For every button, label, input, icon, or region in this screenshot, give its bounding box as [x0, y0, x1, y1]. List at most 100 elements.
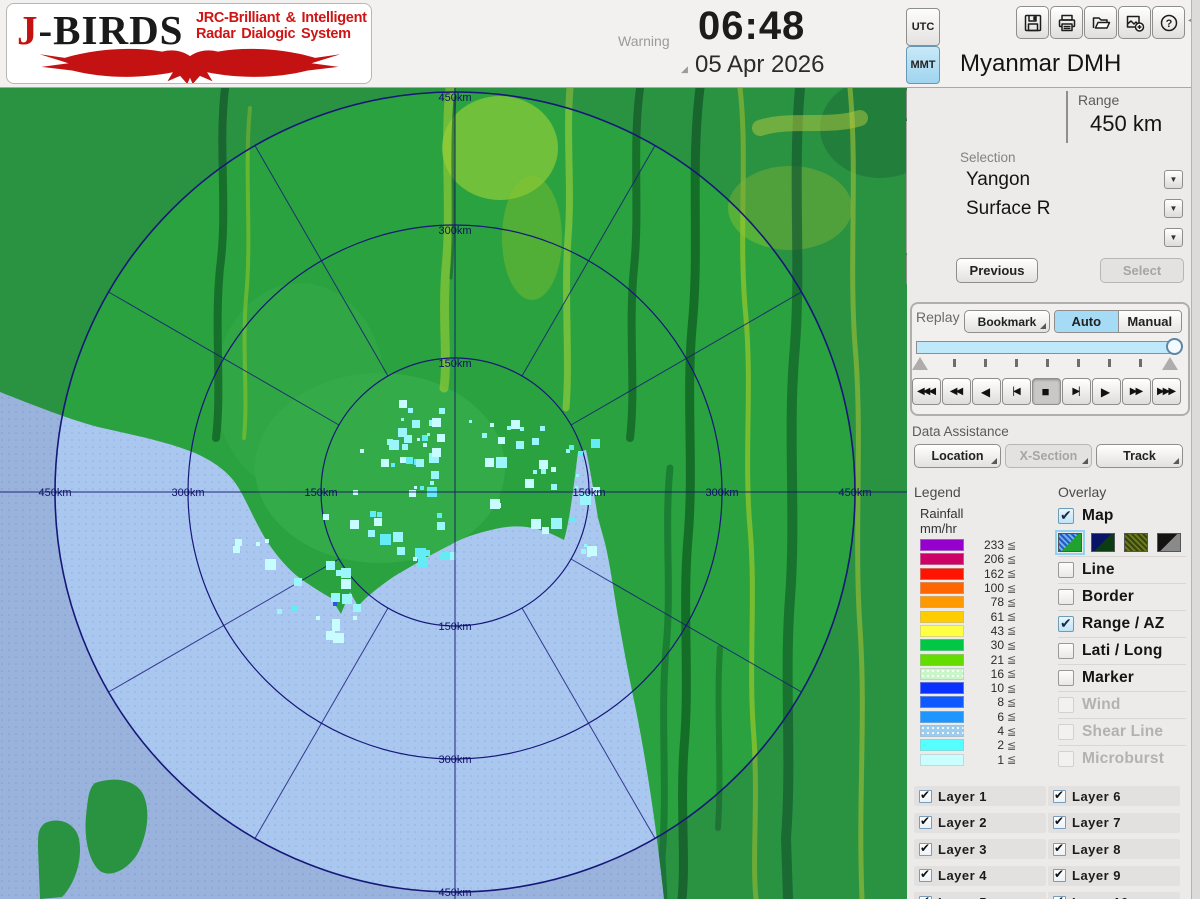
- fast-forward-button[interactable]: ▶▶: [1122, 378, 1151, 405]
- overlay-item-label: Line: [1082, 561, 1115, 579]
- open-folder-icon: [1093, 18, 1109, 28]
- layer-row[interactable]: Layer 3: [914, 839, 1046, 859]
- stop-button[interactable]: ■: [1032, 378, 1061, 405]
- date-caret-icon: ◢: [681, 64, 688, 75]
- x-section-button[interactable]: X-Section: [1005, 444, 1092, 468]
- replay-mode-auto[interactable]: Auto: [1055, 311, 1118, 332]
- rewind-to-start-button[interactable]: ◀◀◀: [912, 378, 941, 405]
- replay-mode-manual[interactable]: Manual: [1118, 311, 1182, 332]
- layer-row[interactable]: Layer 5: [914, 892, 1046, 899]
- radar-map[interactable]: 150km150km150km150km300km300km300km300km…: [0, 88, 907, 899]
- layer-4-checkbox[interactable]: [919, 869, 932, 882]
- logo-title: J-BIRDS: [17, 7, 183, 53]
- replay-progress-slider[interactable]: [916, 341, 1178, 354]
- station-title: Myanmar DMH: [960, 50, 1121, 78]
- style-navy-darkgreen-swatch[interactable]: [1091, 533, 1115, 552]
- timezone-button-mmt[interactable]: MMT: [906, 46, 940, 84]
- layer-row[interactable]: Layer 2: [914, 813, 1046, 833]
- print-button[interactable]: [1050, 6, 1083, 39]
- step-forward-button[interactable]: ▶|: [1062, 378, 1091, 405]
- legend-swatch: [920, 582, 964, 594]
- legend-lte-symbol: ≦: [1007, 739, 1016, 752]
- step-back-button[interactable]: |◀: [1002, 378, 1031, 405]
- location-button[interactable]: Location: [914, 444, 1001, 468]
- layer-9-checkbox[interactable]: [1053, 869, 1066, 882]
- map-checkbox[interactable]: [1058, 508, 1074, 524]
- extra-dropdown-button[interactable]: ▼: [1164, 228, 1183, 247]
- style-black-gray-swatch[interactable]: [1157, 533, 1181, 552]
- legend-row: 78≦: [920, 595, 1016, 609]
- product-dropdown-button[interactable]: ▼: [1164, 199, 1183, 218]
- legend-value: 6: [964, 710, 1004, 724]
- replay-mode-toggle: AutoManual: [1054, 310, 1182, 333]
- layer-row[interactable]: Layer 9: [1048, 866, 1180, 886]
- play-backward-button[interactable]: ◀: [972, 378, 1001, 405]
- overlay-item-label: Range / AZ: [1082, 615, 1164, 633]
- map-style-swatches: [1058, 529, 1181, 557]
- style-olive-swatch[interactable]: [1124, 533, 1148, 552]
- layer-8-checkbox[interactable]: [1053, 843, 1066, 856]
- svg-text:150km: 150km: [438, 358, 471, 370]
- panel-edge-strip: [1191, 0, 1200, 899]
- lati-long-checkbox[interactable]: [1058, 643, 1074, 659]
- style-blue-green-swatch[interactable]: [1058, 533, 1082, 552]
- overlay-item-marker[interactable]: Marker: [1058, 664, 1186, 691]
- microburst-checkbox: [1058, 751, 1074, 767]
- layer-6-checkbox[interactable]: [1053, 790, 1066, 803]
- marker-checkbox[interactable]: [1058, 670, 1074, 686]
- legend-lte-symbol: ≦: [1007, 567, 1016, 580]
- legend-label: Legend: [914, 484, 961, 500]
- border-checkbox[interactable]: [1058, 589, 1074, 605]
- overlay-item-lati-long[interactable]: Lati / Long: [1058, 637, 1186, 664]
- clock-date: 05 Apr 2026: [695, 51, 824, 79]
- layer-10-checkbox[interactable]: [1053, 896, 1066, 899]
- layer-label: Layer 9: [1072, 868, 1121, 883]
- svg-text:450km: 450km: [438, 92, 471, 104]
- legend-lte-symbol: ≦: [1007, 710, 1016, 723]
- layer-row[interactable]: Layer 4: [914, 866, 1046, 886]
- site-dropdown-button[interactable]: ▼: [1164, 170, 1183, 189]
- legend-row: 233≦: [920, 538, 1016, 552]
- layer-row[interactable]: Layer 10: [1048, 892, 1180, 899]
- select-button[interactable]: Select: [1100, 258, 1184, 283]
- play-button[interactable]: ▶: [1092, 378, 1121, 405]
- svg-text:300km: 300km: [705, 487, 738, 499]
- fast-rewind-button[interactable]: ◀◀: [942, 378, 971, 405]
- previous-button[interactable]: Previous: [956, 258, 1038, 283]
- layer-3-checkbox[interactable]: [919, 843, 932, 856]
- forward-to-end-button[interactable]: ▶▶▶: [1152, 378, 1181, 405]
- slider-start-marker[interactable]: [912, 357, 928, 370]
- range-az-checkbox[interactable]: [1058, 616, 1074, 632]
- overlay-item-line[interactable]: Line: [1058, 556, 1186, 583]
- layer-7-checkbox[interactable]: [1053, 816, 1066, 829]
- timezone-button-utc[interactable]: UTC: [906, 8, 940, 46]
- help-button[interactable]: ?: [1152, 6, 1185, 39]
- svg-text:450km: 450km: [38, 487, 71, 499]
- save-button[interactable]: [1016, 6, 1049, 39]
- legend-row: 61≦: [920, 609, 1016, 623]
- legend-row: 30≦: [920, 638, 1016, 652]
- open-folder-button[interactable]: [1084, 6, 1117, 39]
- layer-row[interactable]: Layer 7: [1048, 813, 1180, 833]
- slider-tick: [1046, 359, 1049, 367]
- range-value: 450 km: [1090, 111, 1162, 137]
- capture-button[interactable]: [1118, 6, 1151, 39]
- layer-row[interactable]: Layer 8: [1048, 839, 1180, 859]
- overlay-item-border[interactable]: Border: [1058, 583, 1186, 610]
- bookmark-button[interactable]: Bookmark: [964, 310, 1050, 333]
- layer-5-checkbox[interactable]: [919, 896, 932, 899]
- slider-end-marker[interactable]: [1162, 357, 1178, 370]
- legend-swatch: [920, 754, 964, 766]
- replay-slider-handle[interactable]: [1166, 338, 1183, 355]
- legend-lte-symbol: ≦: [1007, 596, 1016, 609]
- legend-swatch: [920, 654, 964, 666]
- layer-1-checkbox[interactable]: [919, 790, 932, 803]
- svg-text:150km: 150km: [304, 487, 337, 499]
- layer-row[interactable]: Layer 1: [914, 786, 1046, 806]
- line-checkbox[interactable]: [1058, 562, 1074, 578]
- layer-2-checkbox[interactable]: [919, 816, 932, 829]
- overlay-item-range-az[interactable]: Range / AZ: [1058, 610, 1186, 637]
- track-button[interactable]: Track: [1096, 444, 1183, 468]
- layer-row[interactable]: Layer 6: [1048, 786, 1180, 806]
- overlay-item-map[interactable]: Map: [1058, 502, 1186, 529]
